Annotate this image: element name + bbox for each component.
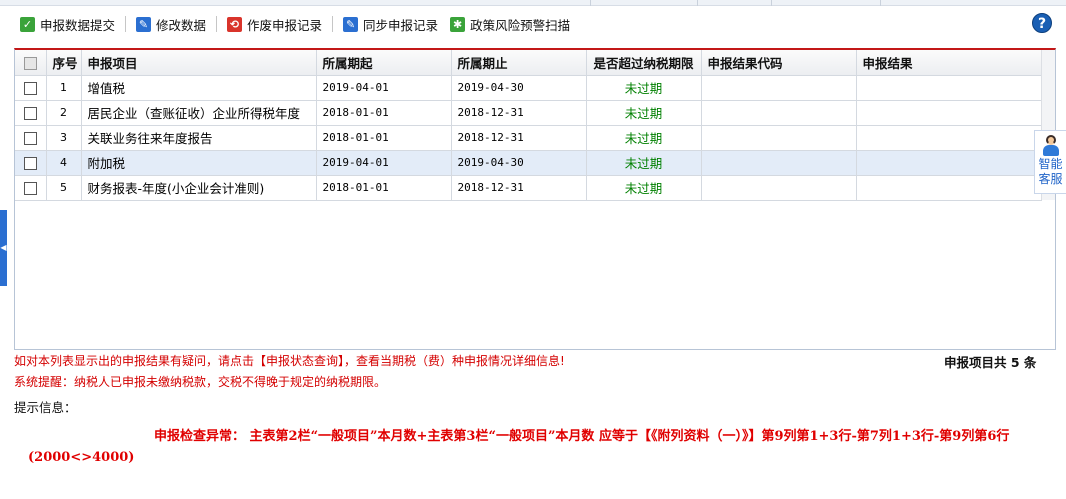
col-header-no[interactable]: 序号 bbox=[46, 50, 82, 76]
row-checkbox[interactable] bbox=[23, 157, 37, 170]
query-hint-text: 如对本列表显示出的申报结果有疑问，请点击【申报状态查询】，查看当期税（费）种申报… bbox=[14, 354, 565, 368]
col-header-result-code[interactable]: 申报结果代码 bbox=[701, 50, 857, 76]
row-no: 1 bbox=[46, 75, 82, 101]
smart-customer-service-widget[interactable]: 智能 客服 bbox=[1034, 130, 1066, 194]
void-record-label: 作废申报记录 bbox=[247, 17, 323, 33]
row-end: 2019-04-30 bbox=[451, 75, 587, 101]
edit-icon: ✎ bbox=[136, 16, 152, 32]
row-overdue-status: 未过期 bbox=[586, 125, 702, 151]
customer-service-avatar-icon bbox=[1041, 135, 1061, 157]
row-end: 2019-04-30 bbox=[451, 150, 587, 176]
row-item: 增值税 bbox=[81, 75, 317, 101]
row-start: 2018-01-01 bbox=[316, 100, 452, 126]
row-result bbox=[856, 100, 1042, 126]
edit-data-button[interactable]: ✎ 修改数据 bbox=[130, 13, 212, 35]
toolbar-separator bbox=[332, 16, 334, 32]
void-record-button[interactable]: ⟲ 作废申报记录 bbox=[221, 13, 328, 35]
row-checkbox[interactable] bbox=[23, 132, 37, 145]
row-start: 2019-04-01 bbox=[316, 75, 452, 101]
void-icon: ⟲ bbox=[227, 16, 243, 32]
declaration-grid: 序号 申报项目 所属期起 所属期止 是否超过纳税期限 申报结果代码 申报结果 1… bbox=[14, 48, 1056, 350]
row-result-code bbox=[701, 175, 857, 201]
row-overdue-status: 未过期 bbox=[586, 75, 702, 101]
collapse-sidebar-arrow-icon[interactable]: ◀ bbox=[0, 210, 7, 286]
row-end: 2018-12-31 bbox=[451, 175, 587, 201]
record-count: 申报项目共 5 条 bbox=[944, 355, 1037, 370]
row-checkbox-cell[interactable] bbox=[15, 125, 47, 151]
col-header-end[interactable]: 所属期止 bbox=[451, 50, 587, 76]
row-item: 关联业务往来年度报告 bbox=[81, 125, 317, 151]
help-icon[interactable]: ? bbox=[1032, 13, 1052, 33]
tab-divider bbox=[697, 0, 698, 6]
policy-risk-scan-button[interactable]: ✱ 政策风险预警扫描 bbox=[444, 13, 576, 35]
row-item: 附加税 bbox=[81, 150, 317, 176]
toolbar-separator bbox=[216, 16, 218, 32]
submit-declaration-button[interactable]: ✓ 申报数据提交 bbox=[14, 13, 121, 35]
row-result bbox=[856, 75, 1042, 101]
col-header-start[interactable]: 所属期起 bbox=[316, 50, 452, 76]
assistant-label-line1: 智能 bbox=[1038, 157, 1063, 171]
row-result bbox=[856, 150, 1042, 176]
declaration-table: 序号 申报项目 所属期起 所属期止 是否超过纳税期限 申报结果代码 申报结果 1… bbox=[15, 50, 1042, 201]
row-overdue-status: 未过期 bbox=[586, 100, 702, 126]
validation-error-message: 申报检查异常： 主表第2栏“一般项目”本月数+主表第3栏“一般项目”本月数 应等… bbox=[28, 429, 1010, 465]
row-checkbox-cell[interactable] bbox=[15, 175, 47, 201]
table-row[interactable]: 2 居民企业（查账征收）企业所得税年度 2018-01-01 2018-12-3… bbox=[15, 100, 1042, 126]
toolbar-separator bbox=[125, 16, 127, 32]
system-reminder-text: 系统提醒：纳税人已申报未缴纳税款，交税不得晚于规定的纳税期限。 bbox=[14, 375, 387, 389]
col-header-result[interactable]: 申报结果 bbox=[856, 50, 1042, 76]
row-checkbox-cell[interactable] bbox=[15, 100, 47, 126]
row-checkbox-cell[interactable] bbox=[15, 150, 47, 176]
tab-divider bbox=[771, 0, 772, 6]
row-checkbox[interactable] bbox=[23, 107, 37, 120]
row-result-code bbox=[701, 75, 857, 101]
policy-risk-scan-label: 政策风险预警扫描 bbox=[470, 17, 571, 33]
assistant-label-line2: 客服 bbox=[1038, 172, 1063, 186]
col-header-overdue[interactable]: 是否超过纳税期限 bbox=[586, 50, 702, 76]
scan-icon: ✱ bbox=[450, 16, 466, 32]
tab-divider bbox=[590, 0, 591, 6]
table-row[interactable]: 3 关联业务往来年度报告 2018-01-01 2018-12-31 未过期 bbox=[15, 125, 1042, 151]
sync-icon: ✎ bbox=[343, 16, 359, 32]
row-start: 2019-04-01 bbox=[316, 150, 452, 176]
select-all-checkbox[interactable] bbox=[23, 56, 37, 70]
row-overdue-status: 未过期 bbox=[586, 150, 702, 176]
tips-label: 提示信息： bbox=[14, 400, 77, 415]
row-item: 居民企业（查账征收）企业所得税年度 bbox=[81, 100, 317, 126]
row-no: 2 bbox=[46, 100, 82, 126]
table-row[interactable]: 1 增值税 2019-04-01 2019-04-30 未过期 bbox=[15, 75, 1042, 101]
row-no: 3 bbox=[46, 125, 82, 151]
row-result-code bbox=[701, 150, 857, 176]
table-row-selected[interactable]: 4 附加税 2019-04-01 2019-04-30 未过期 bbox=[15, 150, 1042, 176]
table-row[interactable]: 5 财务报表-年度(小企业会计准则) 2018-01-01 2018-12-31… bbox=[15, 175, 1042, 201]
select-all-cell[interactable] bbox=[15, 50, 47, 76]
col-header-item[interactable]: 申报项目 bbox=[81, 50, 317, 76]
row-checkbox[interactable] bbox=[23, 82, 37, 95]
row-overdue-status: 未过期 bbox=[586, 175, 702, 201]
row-checkbox-cell[interactable] bbox=[15, 75, 47, 101]
tab-divider bbox=[880, 0, 881, 6]
row-result bbox=[856, 125, 1042, 151]
edit-data-label: 修改数据 bbox=[156, 17, 207, 33]
row-no: 5 bbox=[46, 175, 82, 201]
sync-record-button[interactable]: ✎ 同步申报记录 bbox=[337, 13, 444, 35]
submit-declaration-label: 申报数据提交 bbox=[40, 17, 116, 33]
row-result bbox=[856, 175, 1042, 201]
top-tab-strip bbox=[0, 0, 1066, 6]
row-end: 2018-12-31 bbox=[451, 125, 587, 151]
row-start: 2018-01-01 bbox=[316, 175, 452, 201]
row-start: 2018-01-01 bbox=[316, 125, 452, 151]
row-end: 2018-12-31 bbox=[451, 100, 587, 126]
row-result-code bbox=[701, 125, 857, 151]
toolbar: ✓ 申报数据提交 ✎ 修改数据 ⟲ 作废申报记录 ✎ 同步申报记录 ✱ 政策风险… bbox=[14, 10, 1056, 38]
sync-record-label: 同步申报记录 bbox=[363, 17, 439, 33]
checkmark-icon: ✓ bbox=[20, 16, 35, 32]
table-header-row: 序号 申报项目 所属期起 所属期止 是否超过纳税期限 申报结果代码 申报结果 bbox=[15, 50, 1042, 76]
row-checkbox[interactable] bbox=[23, 182, 37, 195]
row-no: 4 bbox=[46, 150, 82, 176]
row-result-code bbox=[701, 100, 857, 126]
row-item: 财务报表-年度(小企业会计准则) bbox=[81, 175, 317, 201]
